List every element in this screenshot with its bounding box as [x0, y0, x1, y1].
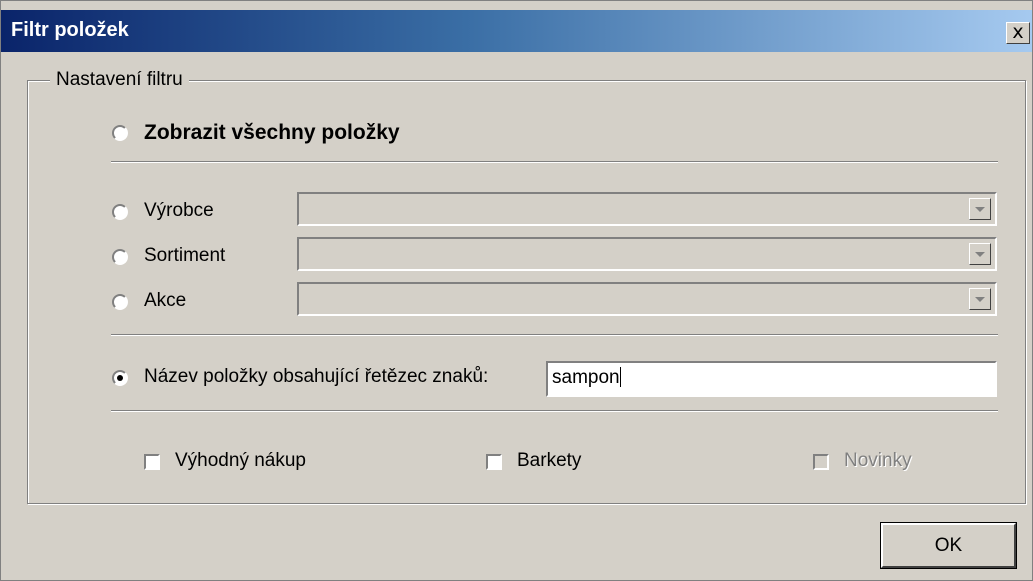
title-bar[interactable]: Filtr položek x	[1, 10, 1032, 52]
filter-settings-legend: Nastavení filtru	[50, 69, 189, 91]
manufacturer-radio[interactable]	[112, 204, 128, 220]
chevron-down-icon	[975, 207, 985, 212]
bargain-checkbox[interactable]	[144, 454, 160, 470]
new-items-checkbox	[813, 454, 829, 470]
close-icon: x	[1012, 21, 1024, 43]
bargain-label[interactable]: Výhodný nákup	[175, 450, 306, 472]
assortment-dropdown-button[interactable]	[969, 243, 991, 265]
assortment-select[interactable]	[297, 237, 997, 271]
manufacturer-label[interactable]: Výrobce	[144, 200, 214, 222]
show-all-radio[interactable]	[112, 125, 128, 141]
barkety-label[interactable]: Barkety	[517, 450, 581, 472]
name-contains-radio[interactable]	[112, 370, 128, 386]
text-caret	[619, 367, 621, 387]
ok-button[interactable]: OK	[881, 523, 1016, 568]
manufacturer-dropdown-button[interactable]	[969, 198, 991, 220]
radio-selected-dot	[117, 375, 123, 381]
assortment-label[interactable]: Sortiment	[144, 245, 225, 267]
name-contains-label[interactable]: Název položky obsahující řetězec znaků:	[144, 366, 488, 388]
promotion-radio[interactable]	[112, 294, 128, 310]
barkety-checkbox[interactable]	[486, 454, 502, 470]
chevron-down-icon	[975, 297, 985, 302]
name-search-value: sampon	[552, 367, 620, 388]
show-all-label[interactable]: Zobrazit všechny položky	[144, 121, 400, 145]
window-title: Filtr položek	[11, 19, 129, 41]
assortment-radio[interactable]	[112, 249, 128, 265]
new-items-label: Novinky	[844, 450, 912, 471]
chevron-down-icon	[975, 252, 985, 257]
name-search-input[interactable]: sampon	[546, 361, 997, 397]
separator-2	[111, 334, 998, 336]
manufacturer-select[interactable]	[297, 192, 997, 226]
promotion-dropdown-button[interactable]	[969, 288, 991, 310]
promotion-label[interactable]: Akce	[144, 290, 186, 312]
separator-3	[111, 410, 998, 412]
promotion-select[interactable]	[297, 282, 997, 316]
close-button[interactable]: x	[1006, 22, 1030, 44]
separator-1	[111, 161, 998, 163]
filter-dialog: Filtr položek x Nastavení filtru Zobrazi…	[0, 0, 1033, 581]
